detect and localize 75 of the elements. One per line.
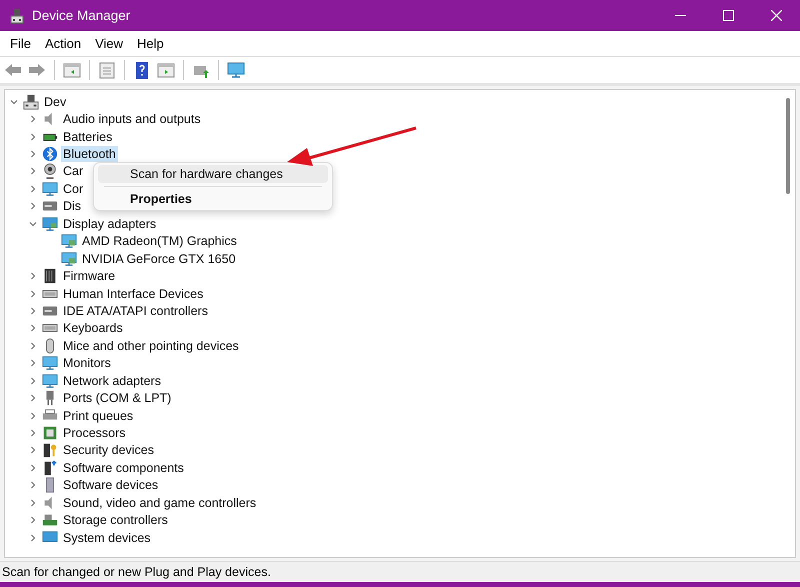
- tree-item[interactable]: Dis: [61, 198, 84, 214]
- forward-arrow-icon[interactable]: [28, 61, 46, 79]
- app-icon: [10, 8, 24, 24]
- chevron-icon[interactable]: [29, 132, 37, 141]
- help-icon[interactable]: [133, 61, 151, 79]
- tree-item[interactable]: Display adapters: [61, 216, 158, 232]
- chevron-icon[interactable]: [29, 150, 37, 158]
- tree-item[interactable]: Software components: [61, 460, 186, 476]
- chevron-icon[interactable]: [29, 202, 37, 210]
- chevron-icon[interactable]: [29, 498, 37, 507]
- tree-item[interactable]: Firmware: [61, 268, 118, 284]
- tower-icon: [42, 460, 58, 476]
- chevron-icon[interactable]: [29, 290, 37, 298]
- chevron-icon[interactable]: [29, 534, 37, 542]
- maximize-icon: [722, 10, 734, 21]
- tree-item[interactable]: IDE ATA/ATAPI controllers: [61, 302, 210, 319]
- tree-item[interactable]: Network adapters: [61, 372, 163, 389]
- chevron-icon[interactable]: [10, 98, 18, 106]
- chevron-icon[interactable]: [29, 115, 37, 124]
- menu-item[interactable]: Scan for hardware changes: [98, 165, 328, 183]
- tree-item[interactable]: Monitors: [61, 355, 113, 372]
- tree-item[interactable]: Bluetooth: [61, 146, 118, 162]
- chevron-icon[interactable]: [29, 342, 37, 350]
- chevron-icon[interactable]: [29, 220, 37, 228]
- tree-item[interactable]: Dev: [42, 94, 68, 110]
- tree-item[interactable]: Processors: [61, 425, 128, 442]
- panel-icon[interactable]: [157, 61, 175, 79]
- key-icon: [42, 442, 58, 458]
- webcam-icon: [42, 163, 58, 180]
- tree-item[interactable]: Ports (COM & LPT): [61, 390, 174, 406]
- chevron-icon[interactable]: [29, 359, 37, 368]
- chevron-icon[interactable]: [29, 464, 37, 472]
- chevron-icon[interactable]: [29, 306, 37, 315]
- window-title: Device Manager: [32, 8, 132, 23]
- chevron-icon[interactable]: [29, 272, 37, 280]
- tree-item[interactable]: Security devices: [61, 442, 156, 458]
- panel-icon[interactable]: [63, 61, 81, 79]
- status-text: Scan for changed or new Plug and Play devices.: [2, 565, 271, 579]
- menu-item[interactable]: Action: [38, 36, 88, 51]
- chevron-icon[interactable]: [29, 412, 37, 420]
- chevron-icon[interactable]: [29, 481, 37, 490]
- tree-item[interactable]: Software devices: [61, 477, 160, 494]
- tree-item[interactable]: Human Interface Devices: [61, 286, 206, 302]
- computer-icon: [23, 94, 39, 110]
- chevron-icon[interactable]: [29, 429, 37, 438]
- scrollbar[interactable]: [783, 96, 793, 196]
- menu-item[interactable]: File: [3, 36, 38, 51]
- tree-item[interactable]: AMD Radeon(TM) Graphics: [80, 233, 239, 250]
- chevron-icon[interactable]: [29, 324, 37, 332]
- tree-item[interactable]: Batteries: [61, 128, 114, 145]
- bluetooth-icon: [42, 146, 58, 162]
- chevron-icon[interactable]: [29, 516, 37, 524]
- storage-icon: [42, 512, 58, 528]
- tree-item[interactable]: Mice and other pointing devices: [61, 338, 241, 354]
- chevron-icon[interactable]: [29, 167, 37, 176]
- menu-item[interactable]: Help: [130, 36, 171, 51]
- chevron-icon[interactable]: [29, 446, 37, 454]
- menu-item[interactable]: View: [88, 36, 130, 51]
- close-icon: [770, 10, 782, 21]
- back-arrow-icon[interactable]: [4, 61, 22, 79]
- chevron-icon[interactable]: [29, 394, 37, 402]
- sheet-icon[interactable]: [98, 61, 116, 79]
- tree-item[interactable]: Audio inputs and outputs: [61, 111, 203, 128]
- tree-item[interactable]: Sound, video and game controllers: [61, 494, 258, 511]
- minimize-icon: [674, 15, 686, 16]
- tree-item[interactable]: Print queues: [61, 408, 136, 424]
- chevron-icon[interactable]: [29, 376, 37, 385]
- chevron-icon[interactable]: [29, 184, 37, 193]
- tree-item[interactable]: System devices: [61, 530, 153, 546]
- tree-item[interactable]: NVIDIA GeForce GTX 1650: [80, 250, 238, 267]
- tree-item[interactable]: Keyboards: [61, 320, 125, 336]
- tree-item[interactable]: Cor: [61, 180, 86, 197]
- menu-item[interactable]: Properties: [98, 190, 328, 208]
- tree-item[interactable]: Car: [61, 163, 86, 180]
- tree-item[interactable]: Storage controllers: [61, 512, 170, 528]
